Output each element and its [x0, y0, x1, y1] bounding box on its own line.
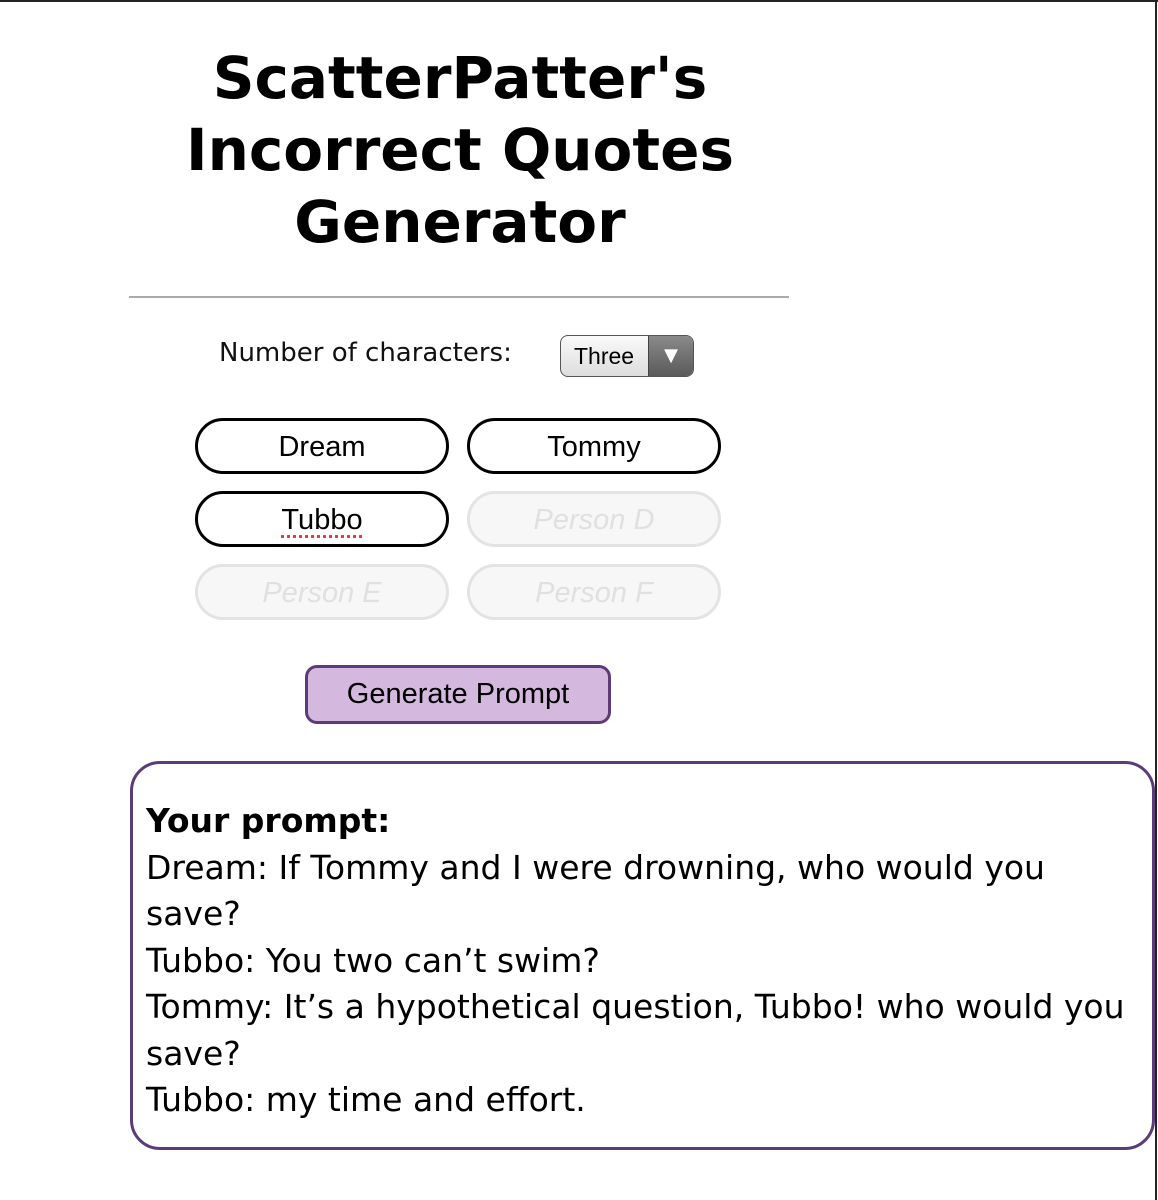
input-value: Tubbo — [281, 504, 363, 536]
window-border-right — [1155, 0, 1157, 1200]
title-line: ScatterPatter's — [212, 44, 708, 112]
character-input-e[interactable]: Person E — [195, 564, 449, 620]
input-value: Dream — [278, 431, 366, 463]
divider — [129, 296, 789, 298]
prompt-line: Tubbo: You two can’t swim? — [146, 940, 600, 980]
character-input-f[interactable]: Person F — [467, 564, 721, 620]
page-title: ScatterPatter's Incorrect Quotes Generator — [130, 42, 790, 258]
prompt-heading: Your prompt: — [146, 801, 391, 840]
input-value: Tommy — [547, 431, 641, 463]
character-input-b[interactable]: Tommy — [467, 418, 721, 474]
generate-prompt-button[interactable]: Generate Prompt — [305, 665, 611, 724]
title-line: Generator — [294, 188, 626, 256]
select-value: Three — [574, 343, 635, 369]
window-border-top — [0, 0, 1158, 2]
character-count-select[interactable]: Three ▼ — [560, 335, 694, 377]
character-input-c[interactable]: Tubbo — [195, 491, 449, 547]
input-placeholder: Person E — [262, 577, 382, 609]
title-line: Incorrect Quotes — [186, 116, 734, 184]
character-input-a[interactable]: Dream — [195, 418, 449, 474]
prompt-line: Tubbo: my time and effort. — [146, 1080, 586, 1119]
input-placeholder: Person D — [533, 504, 655, 536]
input-placeholder: Person F — [535, 577, 653, 609]
prompt-line: Dream: If Tommy and I were drowning, who… — [146, 847, 1045, 934]
prompt-output: Your prompt: Dream: If Tommy and I were … — [130, 761, 1155, 1150]
triangle-down-icon: ▼ — [648, 336, 693, 376]
character-input-d[interactable]: Person D — [467, 491, 721, 547]
count-label: Number of characters: — [219, 338, 512, 368]
prompt-line: Tommy: It’s a hypothetical question, Tub… — [146, 987, 1125, 1073]
